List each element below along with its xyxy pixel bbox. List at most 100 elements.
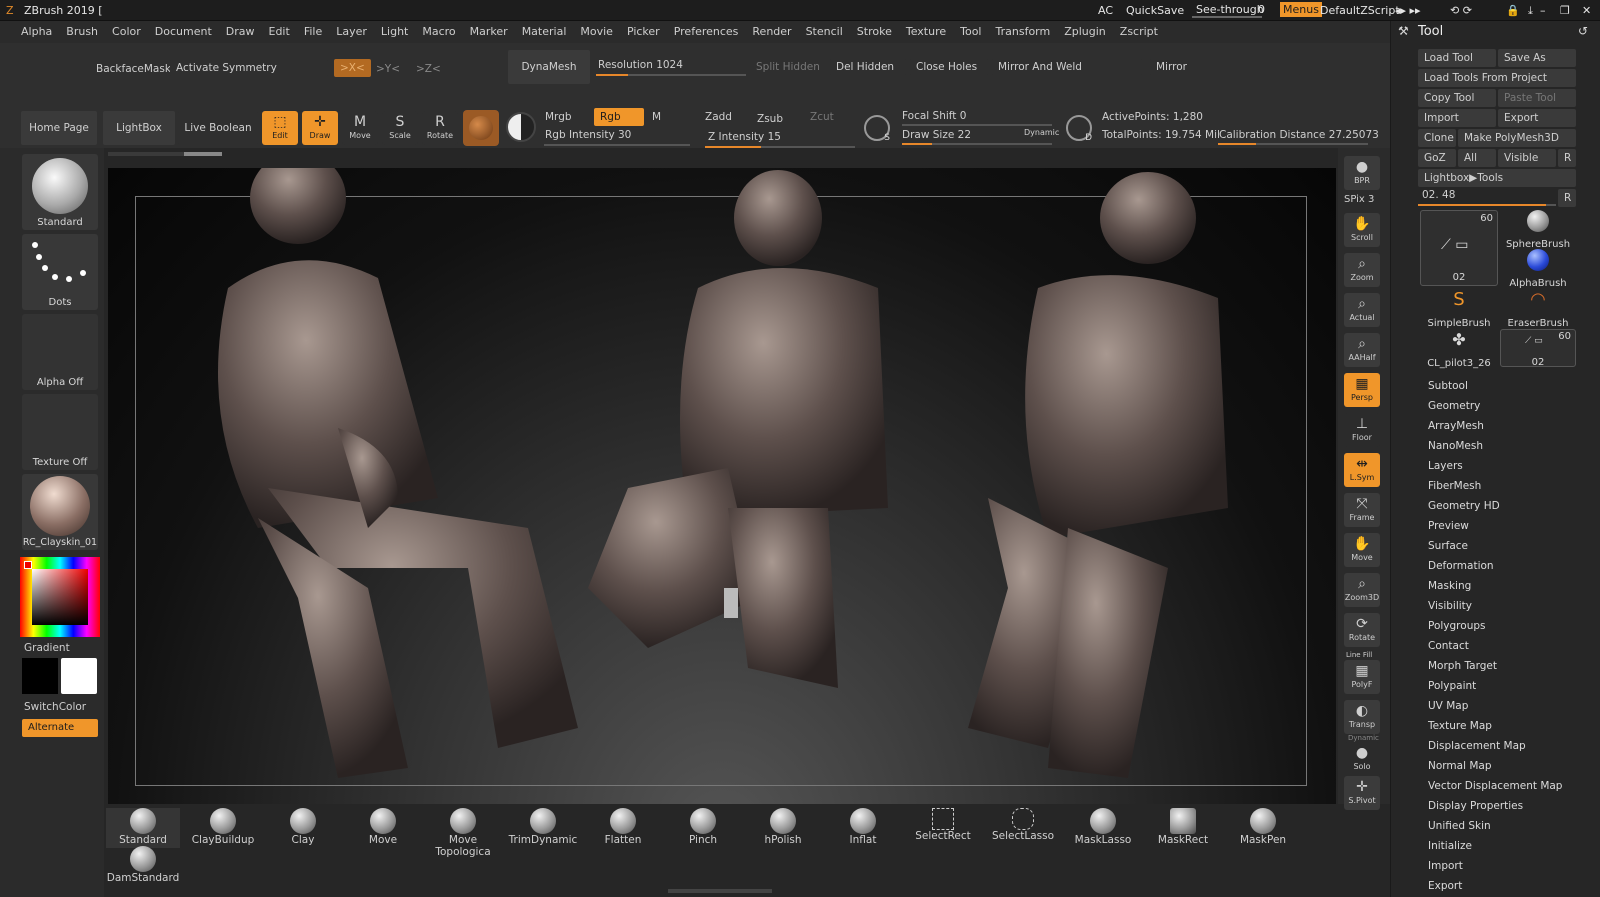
close-holes-button[interactable]: Close Holes <box>910 58 988 76</box>
color-picker[interactable] <box>20 557 100 637</box>
uv-map-section[interactable]: UV Map <box>1428 700 1468 712</box>
rotate-mode-button[interactable]: R Rotate <box>422 111 458 145</box>
nanomesh-section[interactable]: NanoMesh <box>1428 440 1483 452</box>
zadd-button[interactable]: Zadd <box>705 111 732 123</box>
brush-flatten[interactable]: Flatten <box>586 808 660 846</box>
viewport-scrollbar-track[interactable] <box>108 152 222 156</box>
copy-tool-button[interactable]: Copy Tool <box>1418 89 1496 107</box>
load-tool-button[interactable]: Load Tool <box>1418 49 1496 67</box>
menu-preferences[interactable]: Preferences <box>667 21 746 43</box>
menu-macro[interactable]: Macro <box>415 21 462 43</box>
mirror-button[interactable]: Mirror <box>1150 58 1300 76</box>
m-button[interactable]: M <box>652 111 661 123</box>
menu-picker[interactable]: Picker <box>620 21 667 43</box>
dynamesh-button[interactable]: DynaMesh <box>508 50 590 84</box>
home-page-button[interactable]: Home Page <box>21 111 97 145</box>
goz-r-button[interactable]: R <box>1558 149 1576 167</box>
menu-alpha[interactable]: Alpha <box>14 21 59 43</box>
see-through-label[interactable]: See-through <box>1196 3 1264 16</box>
menu-file[interactable]: File <box>297 21 329 43</box>
secondary-color-swatch[interactable] <box>22 658 58 694</box>
brush-maskrect[interactable]: MaskRect <box>1146 808 1220 846</box>
tool-panel-reset-icon[interactable]: ↺ <box>1578 24 1588 38</box>
vector-displacement-map-section[interactable]: Vector Displacement Map <box>1428 780 1562 792</box>
live-boolean-button[interactable]: Live Boolean <box>178 111 258 145</box>
tool-thumb-cl-pilot[interactable]: ✤ CL_pilot3_26 <box>1420 329 1498 369</box>
brush-selectlasso[interactable]: SelectLasso <box>986 808 1060 842</box>
tool-thumb-current[interactable]: 60 ⟋ ▭ 02 <box>1420 210 1498 286</box>
brush-pinch[interactable]: Pinch <box>666 808 740 846</box>
hide-icon[interactable]: ⤓ <box>1528 4 1533 18</box>
menu-texture[interactable]: Texture <box>899 21 953 43</box>
calibration-slider[interactable] <box>1218 143 1368 145</box>
rotate-view-button[interactable]: ⟳ Rotate <box>1344 613 1380 647</box>
menu-zscript[interactable]: Zscript <box>1113 21 1165 43</box>
brush-thumbnail[interactable]: Standard <box>22 154 98 230</box>
goz-visible-button[interactable]: Visible <box>1498 149 1556 167</box>
subtool-section[interactable]: Subtool <box>1428 380 1468 392</box>
default-zscript-button[interactable]: DefaultZScript <box>1320 4 1400 17</box>
menu-transform[interactable]: Transform <box>989 21 1058 43</box>
resolution-slider[interactable] <box>596 74 746 76</box>
brush-move[interactable]: Move <box>346 808 420 846</box>
calibration-distance[interactable]: Calibration Distance 27.25073 <box>1219 129 1379 141</box>
quicksave-button[interactable]: QuickSave <box>1126 4 1184 17</box>
save-as-button[interactable]: Save As <box>1498 49 1576 67</box>
draw-mode-button[interactable]: ✛ Draw <box>302 111 338 145</box>
del-hidden-button[interactable]: Del Hidden <box>830 58 906 76</box>
mrgb-button[interactable]: Mrgb <box>545 111 572 123</box>
lightbox-tools-button[interactable]: Lightbox▶Tools <box>1418 169 1576 187</box>
close-icon[interactable]: ✕ <box>1582 4 1591 17</box>
zsub-button[interactable]: Zsub <box>757 113 783 125</box>
menu-tool[interactable]: Tool <box>953 21 988 43</box>
display-properties-section[interactable]: Display Properties <box>1428 800 1523 812</box>
viewport-canvas[interactable] <box>108 168 1336 804</box>
menu-marker[interactable]: Marker <box>463 21 515 43</box>
brush-trimdynamic[interactable]: TrimDynamic <box>506 808 580 846</box>
viewport-scrollbar-thumb[interactable] <box>184 152 222 156</box>
deformation-section[interactable]: Deformation <box>1428 560 1494 572</box>
clone-button[interactable]: Clone <box>1418 129 1456 147</box>
scroll-button[interactable]: ✋ Scroll <box>1344 213 1380 247</box>
zcut-button[interactable]: Zcut <box>810 111 834 123</box>
brush-maskpen[interactable]: MaskPen <box>1226 808 1300 846</box>
backface-mask-button[interactable]: BackfaceMask <box>96 63 171 75</box>
menu-movie[interactable]: Movie <box>573 21 620 43</box>
color-square[interactable] <box>32 569 88 625</box>
import-tool-button[interactable]: Import <box>1418 109 1496 127</box>
activate-symmetry-button[interactable]: Activate Symmetry <box>170 59 328 77</box>
geometry-hd-section[interactable]: Geometry HD <box>1428 500 1500 512</box>
menu-material[interactable]: Material <box>515 21 574 43</box>
layout-arrows-icon[interactable]: ◂▸ ▸▸ <box>1395 4 1421 17</box>
tool-panel-title[interactable]: Tool <box>1418 24 1443 39</box>
paste-tool-button[interactable]: Paste Tool <box>1498 89 1576 107</box>
goz-button[interactable]: GoZ <box>1418 149 1456 167</box>
z-intensity-label[interactable]: Z Intensity 15 <box>708 131 781 143</box>
symmetry-z-button[interactable]: >Z< <box>416 63 441 75</box>
lightbox-button[interactable]: LightBox <box>103 111 175 145</box>
menu-stencil[interactable]: Stencil <box>799 21 850 43</box>
contact-section[interactable]: Contact <box>1428 640 1469 652</box>
gradient-label[interactable]: Gradient <box>24 642 70 654</box>
switchcolor-button[interactable]: SwitchColor <box>24 701 86 713</box>
minimize-icon[interactable]: – <box>1540 4 1546 17</box>
draw-size-slider[interactable] <box>902 143 1052 145</box>
brush-damstandard[interactable]: DamStandard <box>106 846 180 884</box>
arraymesh-section[interactable]: ArrayMesh <box>1428 420 1484 432</box>
symmetry-s-icon[interactable]: S <box>864 115 890 143</box>
focal-shift-slider[interactable] <box>902 124 1052 126</box>
focal-shift-label[interactable]: Focal Shift 0 <box>902 110 966 122</box>
bottom-shelf-handle[interactable] <box>668 889 772 893</box>
move-mode-button[interactable]: M Move <box>342 111 378 145</box>
alternate-button[interactable]: Alternate <box>22 719 98 737</box>
menus-toggle[interactable]: Menus <box>1280 2 1322 17</box>
brush-masklasso[interactable]: MaskLasso <box>1066 808 1140 846</box>
split-hidden-button[interactable]: Split Hidden <box>756 61 820 73</box>
geometry-section[interactable]: Geometry <box>1428 400 1480 412</box>
goz-all-button[interactable]: All <box>1458 149 1496 167</box>
move-view-button[interactable]: ✋ Move <box>1344 533 1380 567</box>
restore-icon[interactable]: ❐ <box>1560 4 1570 17</box>
tool-r-button[interactable]: R <box>1558 189 1576 207</box>
export-tool-button[interactable]: Export <box>1498 109 1576 127</box>
menu-brush[interactable]: Brush <box>59 21 105 43</box>
